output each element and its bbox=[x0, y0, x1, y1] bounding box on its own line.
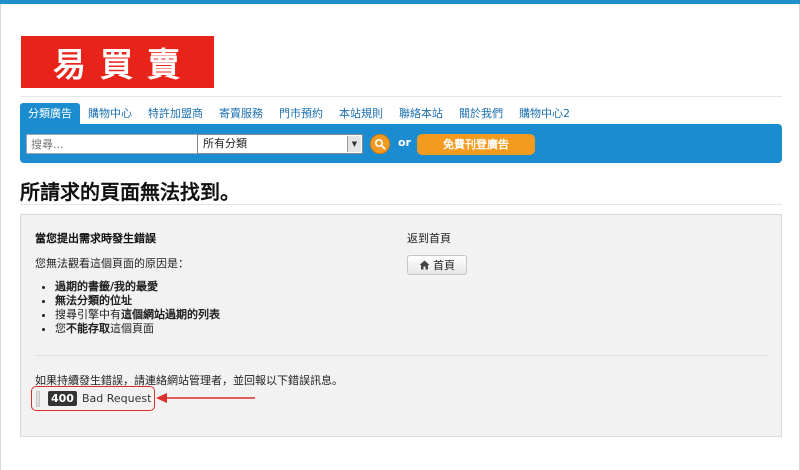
reason-intro: 您無法觀看這個頁面的原因是： bbox=[35, 257, 189, 270]
red-arrow-icon bbox=[156, 393, 255, 403]
search-button[interactable] bbox=[370, 134, 390, 154]
title-divider bbox=[20, 204, 782, 205]
home-button[interactable]: 首頁 bbox=[407, 255, 467, 275]
list-item: 您不能存取這個頁面 bbox=[55, 322, 395, 336]
chevron-down-icon[interactable]: ▼ bbox=[347, 136, 361, 152]
category-select-value: 所有分類 bbox=[203, 137, 247, 150]
category-select[interactable]: 所有分類 ▼ bbox=[197, 134, 363, 154]
magnifier-icon bbox=[374, 138, 386, 150]
error-details: 當您提出需求時發生錯誤 您無法觀看這個頁面的原因是： 過期的書籤/我的最愛 無法… bbox=[35, 230, 395, 336]
nav-item-classified[interactable]: 分類廣告 bbox=[20, 103, 80, 124]
error-heading: 當您提出需求時發生錯誤 bbox=[35, 232, 156, 245]
or-separator: or bbox=[398, 136, 411, 149]
home-button-label: 首頁 bbox=[433, 259, 455, 272]
list-item: 無法分類的位址 bbox=[55, 294, 395, 308]
nav-item-store-booking[interactable]: 門市預約 bbox=[271, 103, 331, 124]
site-logo-text: 易買賣 bbox=[53, 45, 194, 84]
nav-item-shopping-center-2[interactable]: 購物中心2 bbox=[511, 103, 578, 124]
list-item: 搜尋引擎中有這個網站過期的列表 bbox=[55, 308, 395, 322]
post-ad-button[interactable]: 免費刊登廣告 bbox=[417, 134, 535, 155]
error-code-highlight: 400 Bad Request bbox=[31, 386, 155, 411]
search-input[interactable] bbox=[26, 134, 210, 154]
home-section: 返到首頁 首頁 bbox=[407, 230, 467, 275]
list-item: 過期的書籤/我的最愛 bbox=[55, 280, 395, 294]
panel-divider bbox=[35, 355, 769, 356]
code-marker bbox=[36, 390, 40, 407]
error-panel: 當您提出需求時發生錯誤 您無法觀看這個頁面的原因是： 過期的書籤/我的最愛 無法… bbox=[20, 214, 782, 437]
nav-item-consignment[interactable]: 寄賣服務 bbox=[211, 103, 271, 124]
page-title: 所請求的頁面無法找到。 bbox=[20, 180, 240, 204]
main-nav: 分類廣告 購物中心 特許加盟商 寄賣服務 門市預約 本站規則 聯絡本站 關於我們… bbox=[20, 103, 578, 124]
search-bar: 所有分類 ▼ or 免費刊登廣告 bbox=[20, 124, 782, 163]
error-code: 400 Bad Request bbox=[36, 390, 151, 407]
error-code-text: Bad Request bbox=[81, 392, 152, 405]
header-divider bbox=[20, 96, 782, 97]
error-code-number: 400 bbox=[48, 391, 77, 406]
reason-list: 過期的書籤/我的最愛 無法分類的位址 搜尋引擎中有這個網站過期的列表 您不能存取… bbox=[35, 280, 395, 336]
home-label: 返到首頁 bbox=[407, 232, 451, 245]
nav-item-franchise[interactable]: 特許加盟商 bbox=[140, 103, 211, 124]
site-logo[interactable]: 易買賣 bbox=[21, 36, 214, 88]
nav-item-about[interactable]: 關於我們 bbox=[451, 103, 511, 124]
home-icon bbox=[419, 260, 430, 270]
nav-item-shopping-center[interactable]: 購物中心 bbox=[80, 103, 140, 124]
nav-item-contact[interactable]: 聯絡本站 bbox=[391, 103, 451, 124]
nav-item-site-rules[interactable]: 本站規則 bbox=[331, 103, 391, 124]
